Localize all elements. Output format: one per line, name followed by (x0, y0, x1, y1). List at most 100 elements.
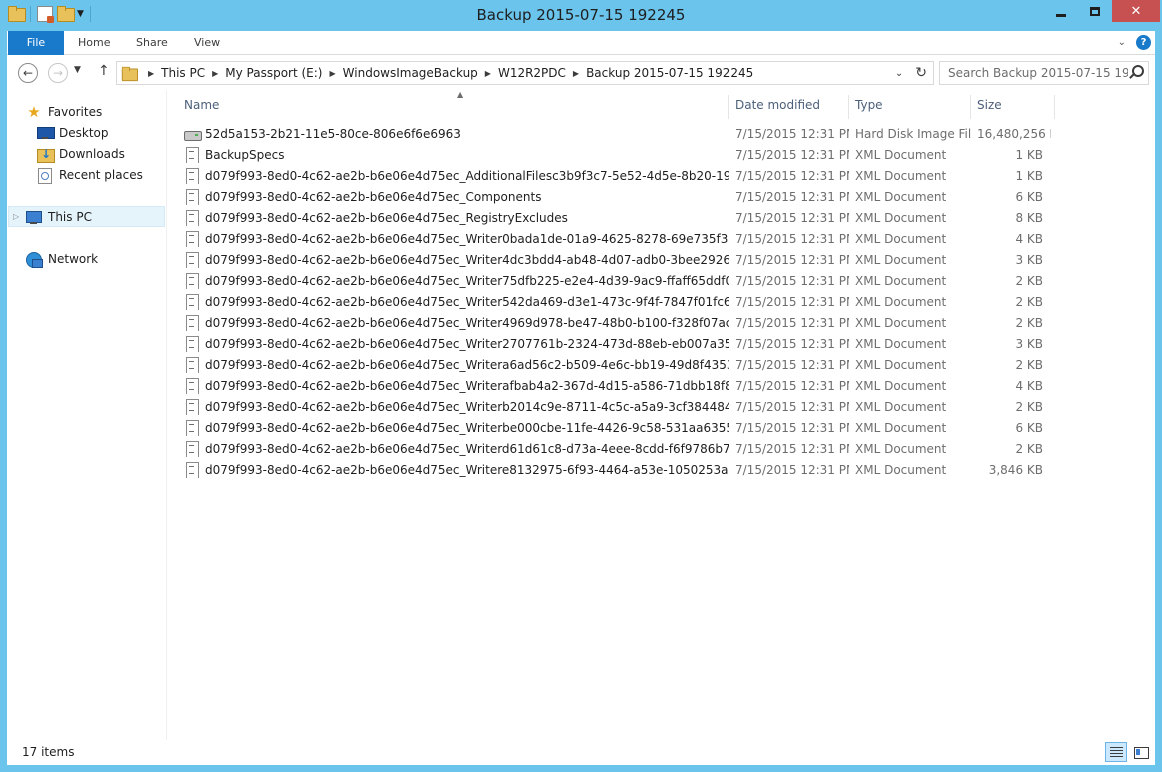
nav-network[interactable]: Network (26, 248, 98, 269)
file-row[interactable]: d079f993-8ed0-4c62-ae2b-b6e06e4d75ec_Wri… (178, 249, 1051, 270)
file-date-modified: 7/15/2015 12:31 PM (735, 336, 849, 351)
xml-document-icon (184, 188, 200, 205)
file-name-cell[interactable]: 52d5a153-2b21-11e5-80ce-806e6f6e6963 (178, 126, 729, 142)
file-name-cell[interactable]: d079f993-8ed0-4c62-ae2b-b6e06e4d75ec_Reg… (178, 209, 729, 226)
breadcrumb-separator-icon[interactable]: ▶ (485, 69, 491, 78)
nav-downloads[interactable]: Downloads (37, 143, 125, 164)
breadcrumb-windowsimagebackup[interactable]: WindowsImageBackup (343, 66, 478, 80)
file-row[interactable]: d079f993-8ed0-4c62-ae2b-b6e06e4d75ec_Reg… (178, 207, 1051, 228)
tab-view[interactable]: View (194, 31, 220, 55)
tab-share[interactable]: Share (136, 31, 168, 55)
breadcrumb-separator-icon[interactable]: ▶ (212, 69, 218, 78)
search-box[interactable] (939, 61, 1149, 85)
file-name-cell[interactable]: d079f993-8ed0-4c62-ae2b-b6e06e4d75ec_Add… (178, 167, 729, 184)
file-date-modified: 7/15/2015 12:31 PM (735, 294, 849, 309)
file-row[interactable]: d079f993-8ed0-4c62-ae2b-b6e06e4d75ec_Wri… (178, 396, 1051, 417)
file-row[interactable]: d079f993-8ed0-4c62-ae2b-b6e06e4d75ec_Wri… (178, 333, 1051, 354)
file-rows: 52d5a153-2b21-11e5-80ce-806e6f6e6963 7/15… (178, 123, 1051, 480)
breadcrumb-this-pc[interactable]: This PC (161, 66, 205, 80)
file-row[interactable]: 52d5a153-2b21-11e5-80ce-806e6f6e6963 7/15… (178, 123, 1051, 144)
nav-this-pc[interactable]: ▷ This PC (8, 206, 165, 227)
breadcrumb-separator-icon[interactable]: ▶ (330, 69, 336, 78)
nav-desktop-label: Desktop (59, 125, 109, 140)
tab-home[interactable]: Home (78, 31, 110, 55)
search-input[interactable] (948, 66, 1128, 80)
file-row[interactable]: d079f993-8ed0-4c62-ae2b-b6e06e4d75ec_Wri… (178, 417, 1051, 438)
xml-document-icon (184, 461, 200, 478)
address-bar[interactable]: ▶ This PC ▶ My Passport (E:) ▶ WindowsIm… (116, 61, 934, 85)
file-name-cell[interactable]: d079f993-8ed0-4c62-ae2b-b6e06e4d75ec_Com… (178, 188, 729, 205)
file-date-modified: 7/15/2015 12:31 PM (735, 189, 849, 204)
folder-icon (121, 66, 138, 82)
file-name-cell[interactable]: BackupSpecs (178, 146, 729, 163)
file-row[interactable]: d079f993-8ed0-4c62-ae2b-b6e06e4d75ec_Wri… (178, 354, 1051, 375)
column-header-type[interactable]: Type (849, 95, 971, 119)
file-size: 2 KB (1015, 315, 1043, 330)
help-icon[interactable]: ? (1136, 35, 1151, 50)
file-name: d079f993-8ed0-4c62-ae2b-b6e06e4d75ec_Wri… (205, 378, 729, 393)
file-name-cell[interactable]: d079f993-8ed0-4c62-ae2b-b6e06e4d75ec_Wri… (178, 293, 729, 310)
file-name: d079f993-8ed0-4c62-ae2b-b6e06e4d75ec_Wri… (205, 231, 729, 246)
file-row[interactable]: BackupSpecs 7/15/2015 12:31 PM XML Documen… (178, 144, 1051, 165)
refresh-icon[interactable]: ↻ (915, 65, 927, 81)
file-name-cell[interactable]: d079f993-8ed0-4c62-ae2b-b6e06e4d75ec_Wri… (178, 335, 729, 352)
breadcrumb-separator-icon[interactable]: ▶ (148, 69, 154, 78)
file-size: 3,846 KB (988, 462, 1043, 477)
file-name-cell[interactable]: d079f993-8ed0-4c62-ae2b-b6e06e4d75ec_Wri… (178, 230, 729, 247)
minimize-button[interactable] (1044, 0, 1078, 22)
file-row[interactable]: d079f993-8ed0-4c62-ae2b-b6e06e4d75ec_Wri… (178, 375, 1051, 396)
file-row[interactable]: d079f993-8ed0-4c62-ae2b-b6e06e4d75ec_Wri… (178, 291, 1051, 312)
file-name-cell[interactable]: d079f993-8ed0-4c62-ae2b-b6e06e4d75ec_Wri… (178, 272, 729, 289)
file-type: XML Document (855, 147, 947, 162)
close-button[interactable]: ✕ (1112, 0, 1160, 22)
file-name-cell[interactable]: d079f993-8ed0-4c62-ae2b-b6e06e4d75ec_Wri… (178, 419, 729, 436)
column-header-date-modified[interactable]: Date modified (729, 95, 849, 119)
back-button[interactable]: ← (18, 63, 38, 83)
address-history-dropdown-icon[interactable]: ⌄ (895, 68, 903, 79)
file-name-cell[interactable]: d079f993-8ed0-4c62-ae2b-b6e06e4d75ec_Wri… (178, 398, 729, 415)
nav-favorites[interactable]: ★ Favorites (26, 101, 102, 122)
file-row[interactable]: d079f993-8ed0-4c62-ae2b-b6e06e4d75ec_Wri… (178, 438, 1051, 459)
file-name-cell[interactable]: d079f993-8ed0-4c62-ae2b-b6e06e4d75ec_Wri… (178, 356, 729, 373)
file-row[interactable]: d079f993-8ed0-4c62-ae2b-b6e06e4d75ec_Com… (178, 186, 1051, 207)
file-row[interactable]: d079f993-8ed0-4c62-ae2b-b6e06e4d75ec_Add… (178, 165, 1051, 186)
file-name-cell[interactable]: d079f993-8ed0-4c62-ae2b-b6e06e4d75ec_Wri… (178, 440, 729, 457)
close-icon: ✕ (1130, 3, 1142, 19)
view-switcher (1105, 742, 1151, 762)
breadcrumb: ▶ This PC ▶ My Passport (E:) ▶ WindowsIm… (141, 66, 753, 80)
file-size: 3 KB (1015, 252, 1043, 267)
breadcrumb-w12r2pdc[interactable]: W12R2PDC (498, 66, 566, 80)
recent-locations-dropdown-icon[interactable]: ▼ (74, 65, 81, 75)
nav-recent-places[interactable]: Recent places (37, 164, 143, 185)
file-name: d079f993-8ed0-4c62-ae2b-b6e06e4d75ec_Wri… (205, 399, 729, 414)
file-row[interactable]: d079f993-8ed0-4c62-ae2b-b6e06e4d75ec_Wri… (178, 228, 1051, 249)
xml-document-icon (184, 146, 200, 163)
file-row[interactable]: d079f993-8ed0-4c62-ae2b-b6e06e4d75ec_Wri… (178, 459, 1051, 480)
maximize-button[interactable] (1078, 0, 1112, 22)
file-name-cell[interactable]: d079f993-8ed0-4c62-ae2b-b6e06e4d75ec_Wri… (178, 314, 729, 331)
column-header-name[interactable]: Name (178, 95, 729, 119)
file-row[interactable]: d079f993-8ed0-4c62-ae2b-b6e06e4d75ec_Wri… (178, 270, 1051, 291)
search-icon[interactable] (1128, 65, 1144, 79)
file-date-modified: 7/15/2015 12:31 PM (735, 168, 849, 183)
breadcrumb-backup-folder[interactable]: Backup 2015-07-15 192245 (586, 66, 753, 80)
details-view-icon[interactable] (1105, 742, 1127, 762)
forward-button[interactable]: → (48, 63, 68, 83)
explorer-window: ▼ Backup 2015-07-15 192245 ✕ File Home S… (0, 0, 1162, 772)
file-name-cell[interactable]: d079f993-8ed0-4c62-ae2b-b6e06e4d75ec_Wri… (178, 377, 729, 394)
breadcrumb-separator-icon[interactable]: ▶ (573, 69, 579, 78)
file-name: BackupSpecs (205, 147, 285, 162)
file-name: d079f993-8ed0-4c62-ae2b-b6e06e4d75ec_Add… (205, 168, 729, 183)
up-arrow-icon[interactable]: ↑ (98, 63, 110, 79)
expand-ribbon-chevron-icon[interactable]: ⌄ (1118, 37, 1126, 48)
file-row[interactable]: d079f993-8ed0-4c62-ae2b-b6e06e4d75ec_Wri… (178, 312, 1051, 333)
breadcrumb-my-passport[interactable]: My Passport (E:) (225, 66, 322, 80)
file-name-cell[interactable]: d079f993-8ed0-4c62-ae2b-b6e06e4d75ec_Wri… (178, 461, 729, 478)
tab-file[interactable]: File (8, 31, 64, 55)
column-header-size[interactable]: Size (971, 95, 1055, 119)
file-name-cell[interactable]: d079f993-8ed0-4c62-ae2b-b6e06e4d75ec_Wri… (178, 251, 729, 268)
expand-arrow-icon[interactable]: ▷ (13, 212, 23, 221)
large-icons-view-icon[interactable] (1129, 742, 1151, 762)
file-name: d079f993-8ed0-4c62-ae2b-b6e06e4d75ec_Reg… (205, 210, 568, 225)
nav-desktop[interactable]: Desktop (37, 122, 109, 143)
